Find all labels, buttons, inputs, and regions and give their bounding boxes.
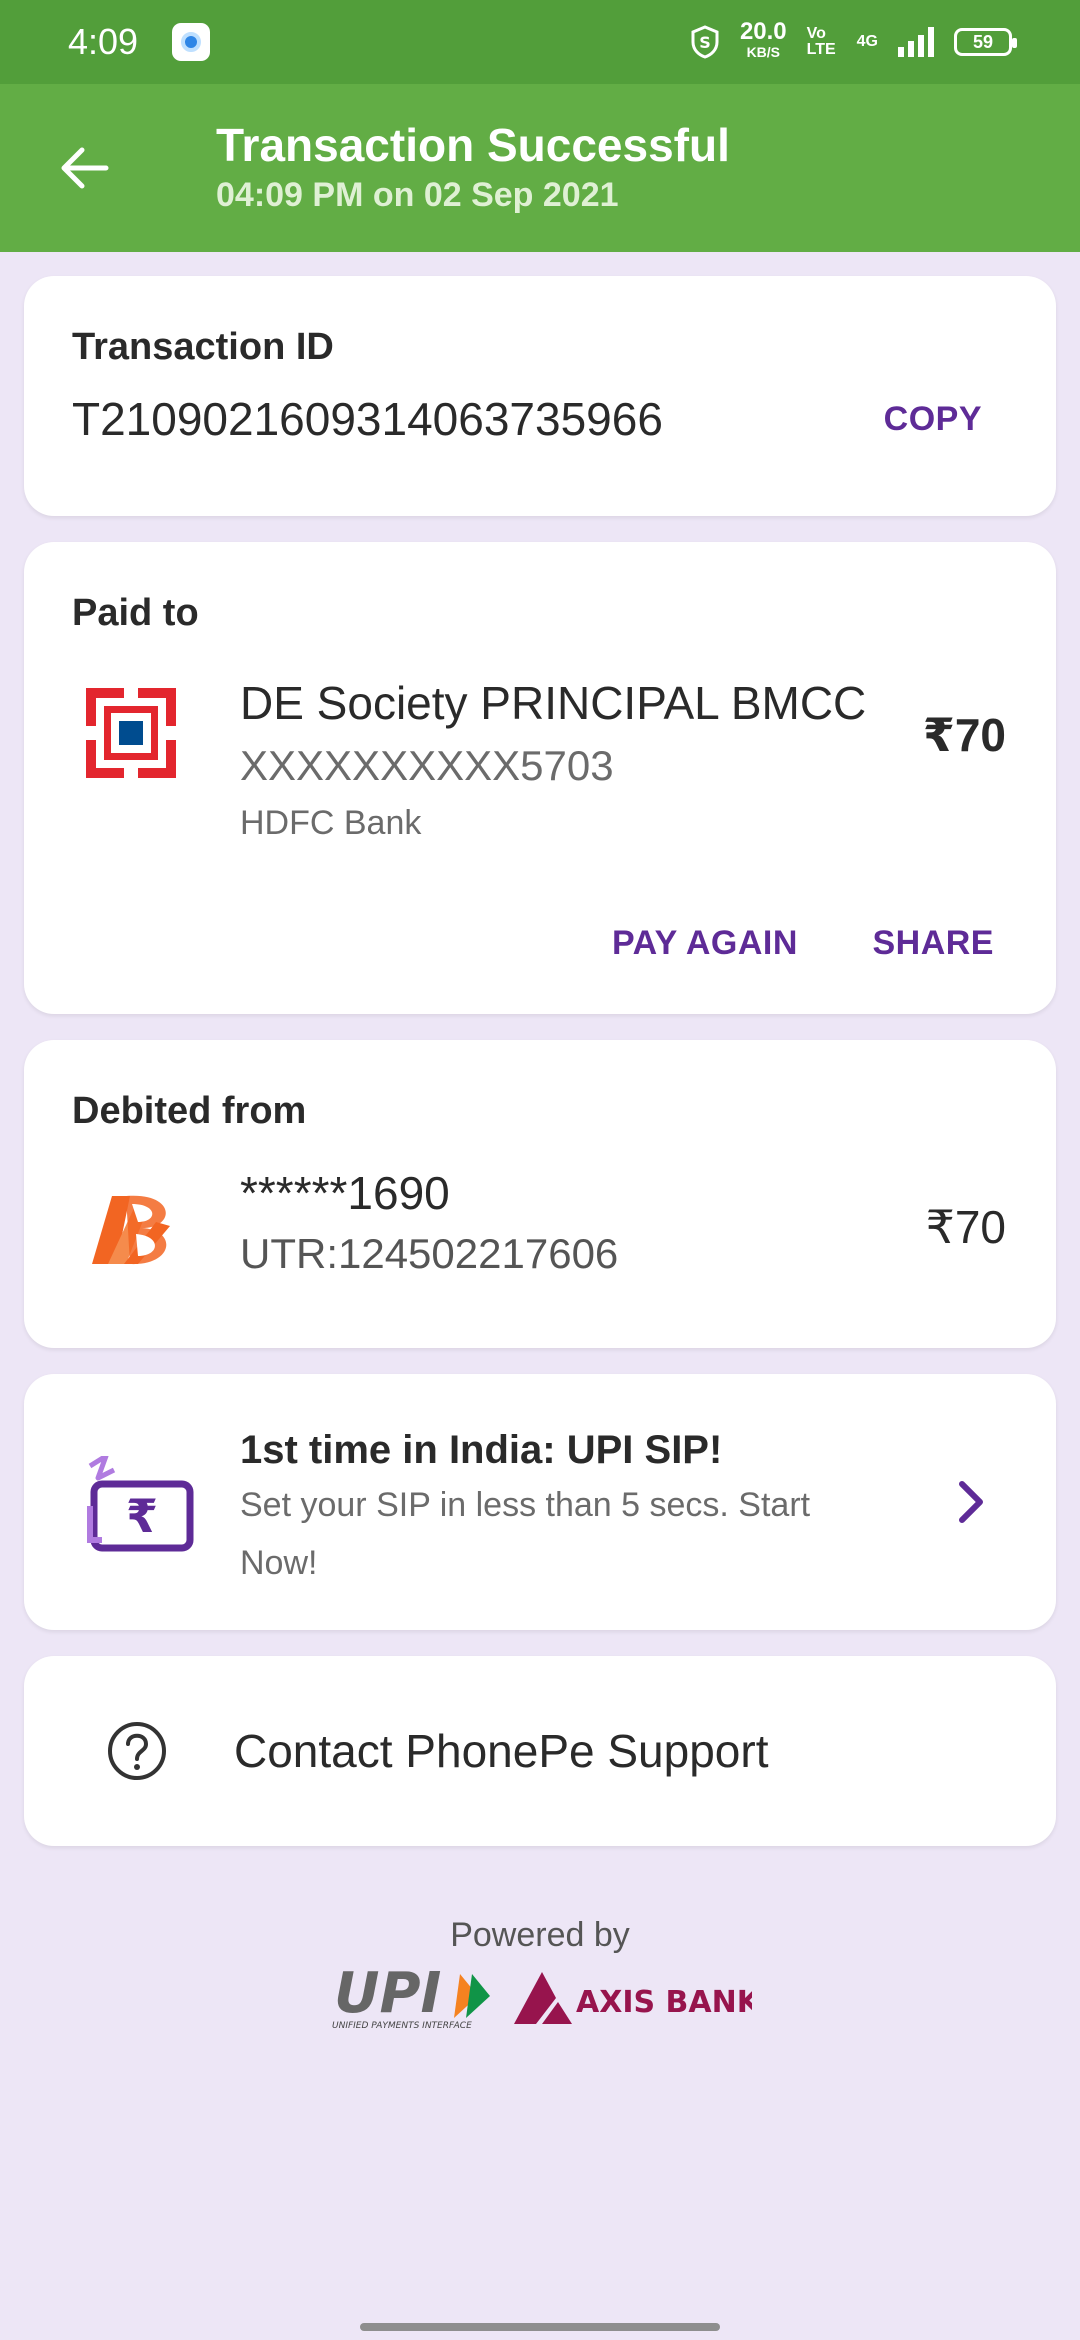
hdfc-bank-logo-icon [86,688,176,778]
paid-to-card: Paid to DE Society PRINCIPAL BMCC XXXXXX… [24,542,1056,1014]
transaction-id-label: Transaction ID [72,326,334,368]
share-button[interactable]: SHARE [872,924,994,963]
app-bar: Transaction Successful 04:09 PM on 02 Se… [0,84,1080,252]
payee-bank: HDFC Bank [240,804,422,842]
promo-title: 1st time in India: UPI SIP! [240,1428,723,1472]
network-speed: 20.0 KB/S [739,18,787,61]
contact-support-card[interactable]: Contact PhonePe Support [24,1656,1056,1846]
signal-icon [898,27,934,57]
promo-description-line2: Now! [240,1544,318,1582]
pay-again-button[interactable]: PAY AGAIN [612,924,798,963]
bank-of-baroda-logo-icon [92,1195,170,1265]
debited-amount: ₹70 [925,1201,1006,1253]
transaction-id-value: T2109021609314063735966 [72,393,663,445]
contact-support-label: Contact PhonePe Support [234,1725,769,1777]
status-icons: S 20.0 KB/S Vo LTE 4G 59 [690,18,1017,62]
sip-rupee-icon: ₹ [87,1456,194,1552]
shield-icon: S [691,25,719,59]
volte-indicator: Vo LTE [806,25,836,58]
help-circle-icon [108,1722,166,1780]
transaction-datetime: 04:09 PM on 02 Sep 2021 [216,176,619,214]
utr-number: UTR:124502217606 [240,1230,619,1277]
svg-text:UPI: UPI [334,1966,441,2026]
page-title: Transaction Successful [216,119,730,171]
chevron-right-icon [959,1481,983,1523]
back-arrow-icon[interactable] [56,140,112,196]
svg-text:S: S [699,33,711,52]
debited-from-label: Debited from [72,1090,307,1132]
gesture-nav-handle[interactable] [360,2323,720,2331]
promo-description-line1: Set your SIP in less than 5 secs. Start [240,1486,811,1524]
upi-sip-promo-card[interactable]: ₹ 1st time in India: UPI SIP! Set your S… [24,1374,1056,1630]
notification-app-icon [172,23,211,61]
status-bar: 4:09 S 20.0 KB/S Vo LTE 4G 59 [0,0,1080,84]
debited-from-card: Debited from ******1690 UTR:124502217606… [24,1040,1056,1348]
copy-button[interactable]: COPY [884,400,982,439]
network-type: 4G [856,33,878,50]
paid-to-label: Paid to [72,592,199,634]
svg-text:AXIS BANK: AXIS BANK [576,1985,752,2020]
powered-by-text: Powered by [450,1916,630,1954]
upi-logo-icon: UPI UNIFIED PAYMENTS INTERFACE [332,1966,490,2031]
axis-bank-logo-icon: AXIS BANK [514,1972,752,2024]
status-time: 4:09 [68,21,139,62]
svg-text:UNIFIED PAYMENTS INTERFACE: UNIFIED PAYMENTS INTERFACE [332,2021,472,2031]
paid-amount: ₹70 [922,709,1006,761]
payee-name: DE Society PRINCIPAL BMCC [240,677,867,729]
battery-icon: 59 [954,28,1017,56]
debit-account: ******1690 [240,1167,450,1219]
transaction-id-card: Transaction ID T2109021609314063735966 C… [24,276,1056,516]
payee-account: XXXXXXXXXX5703 [240,742,614,789]
svg-text:₹: ₹ [126,1489,158,1543]
